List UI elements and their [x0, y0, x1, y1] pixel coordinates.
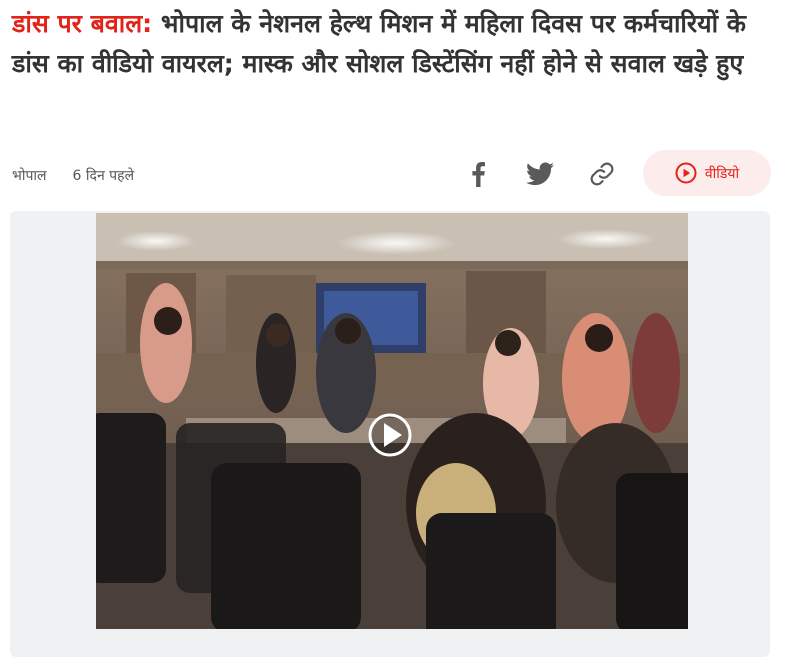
article-headline: डांस पर बवाल: भोपाल के नेशनल हेल्थ मिशन … [12, 4, 788, 84]
article-meta: भोपाल 6 दिन पहले [12, 160, 134, 190]
publish-time: 6 दिन पहले [72, 167, 135, 184]
dateline-city: भोपाल [12, 167, 47, 184]
facebook-icon[interactable] [460, 156, 496, 192]
headline-kicker: डांस पर बवाल: [12, 9, 153, 38]
watch-video-label: वीडियो [704, 165, 740, 182]
link-icon[interactable] [584, 156, 620, 192]
video-player[interactable] [96, 213, 688, 629]
watch-video-button[interactable]: वीडियो [643, 150, 771, 196]
twitter-icon[interactable] [522, 156, 558, 192]
share-bar [460, 150, 646, 198]
play-icon[interactable] [368, 413, 412, 457]
play-circle-icon [675, 162, 697, 184]
